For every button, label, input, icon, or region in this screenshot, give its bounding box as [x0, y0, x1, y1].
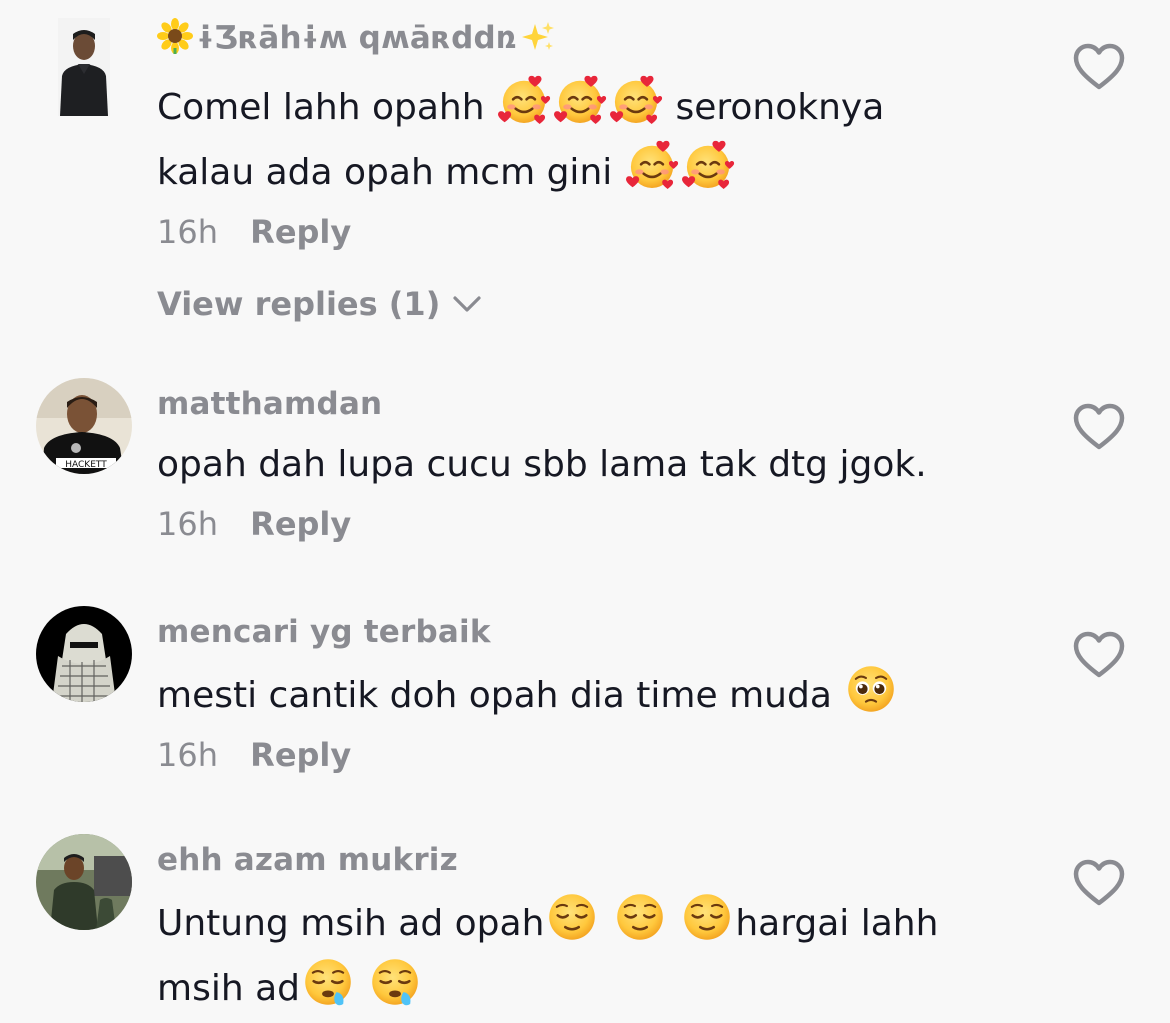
username[interactable]: matthamdan	[157, 384, 1037, 424]
username[interactable]: mencari yg terbaik	[157, 612, 1037, 652]
relieved-face-icon	[545, 890, 599, 944]
smiling-face-with-hearts-icon	[497, 74, 551, 128]
comment-time: 16h	[157, 505, 218, 543]
comment-meta: 16h Reply	[157, 212, 1037, 252]
comment-meta: 16h Reply	[157, 735, 1037, 775]
comment-text: opah dah lupa cucu sbb lama tak dtg jgok…	[157, 444, 927, 485]
smiling-face-with-hearts-icon	[625, 139, 679, 193]
comment-text: mesti cantik doh opah dia time muda	[157, 662, 1037, 727]
heart-outline-icon	[1072, 858, 1126, 908]
comment-text-segment: seronoknya	[675, 87, 885, 128]
reply-button[interactable]: Reply	[250, 213, 351, 251]
comment-body: ɨƷʀāhɨʍ qʍāʀddռ Comel lahh opahh seronok…	[157, 18, 1037, 324]
sleepy-face-icon	[301, 955, 355, 1009]
avatar-image	[36, 834, 132, 930]
like-button[interactable]	[1072, 630, 1126, 680]
like-button[interactable]	[1072, 858, 1126, 908]
avatar[interactable]	[36, 606, 132, 702]
avatar-image	[36, 606, 132, 702]
avatar[interactable]	[58, 18, 110, 116]
chevron-down-icon	[453, 296, 481, 312]
comment-text-segment: kalau ada opah mcm gini	[157, 152, 613, 193]
avatar[interactable]: HACKETT	[36, 378, 132, 474]
comment-text: Comel lahh opahh seronoknya kalau ada op…	[157, 74, 1037, 204]
comment-body: matthamdan opah dah lupa cucu sbb lama t…	[157, 384, 1037, 544]
reply-button[interactable]: Reply	[250, 505, 351, 543]
heart-outline-icon	[1072, 42, 1126, 92]
view-replies-label: View replies (1)	[157, 285, 441, 323]
reply-button[interactable]: Reply	[250, 736, 351, 774]
svg-text:HACKETT: HACKETT	[65, 460, 107, 470]
comment-meta: 16h Reply	[157, 504, 1037, 544]
sparkles-icon	[521, 20, 555, 64]
comment-body: ehh azam mukriz Untung msih ad opah harg…	[157, 840, 1037, 1020]
comment-text-segment: hargai lahh	[735, 903, 939, 944]
username[interactable]: ehh azam mukriz	[157, 840, 1037, 880]
comment-list: ɨƷʀāhɨʍ qʍāʀddռ Comel lahh opahh seronok…	[0, 0, 1170, 1023]
avatar-image: HACKETT	[36, 378, 132, 474]
like-button[interactable]	[1072, 42, 1126, 92]
comment-text-segment: Comel lahh opahh	[157, 87, 485, 128]
comment-time: 16h	[157, 213, 218, 251]
smiling-face-with-hearts-icon	[609, 74, 663, 128]
relieved-face-icon	[613, 890, 667, 944]
comment-time: 16h	[157, 736, 218, 774]
username-text: ɨƷʀāhɨʍ qʍāʀddռ	[197, 20, 517, 56]
comment-text-segment: Untung msih ad opah	[157, 903, 545, 944]
comment-text-segment: mesti cantik doh opah dia time muda	[157, 675, 832, 716]
heart-outline-icon	[1072, 402, 1126, 452]
comment-text: Untung msih ad opah hargai lahh msih ad	[157, 890, 1037, 1020]
pleading-face-icon	[844, 662, 898, 716]
username[interactable]: ɨƷʀāhɨʍ qʍāʀddռ	[157, 18, 1037, 64]
avatar-image	[58, 18, 110, 116]
smiling-face-with-hearts-icon	[553, 74, 607, 128]
comment-text-segment: msih ad	[157, 968, 300, 1009]
sleepy-face-icon	[368, 955, 422, 1009]
relieved-face-icon	[680, 890, 734, 944]
avatar[interactable]	[36, 834, 132, 930]
like-button[interactable]	[1072, 402, 1126, 452]
view-replies-button[interactable]: View replies (1)	[157, 284, 482, 324]
sunflower-icon	[157, 18, 193, 64]
comment-body: mencari yg terbaik mesti cantik doh opah…	[157, 612, 1037, 775]
heart-outline-icon	[1072, 630, 1126, 680]
smiling-face-with-hearts-icon	[681, 139, 735, 193]
